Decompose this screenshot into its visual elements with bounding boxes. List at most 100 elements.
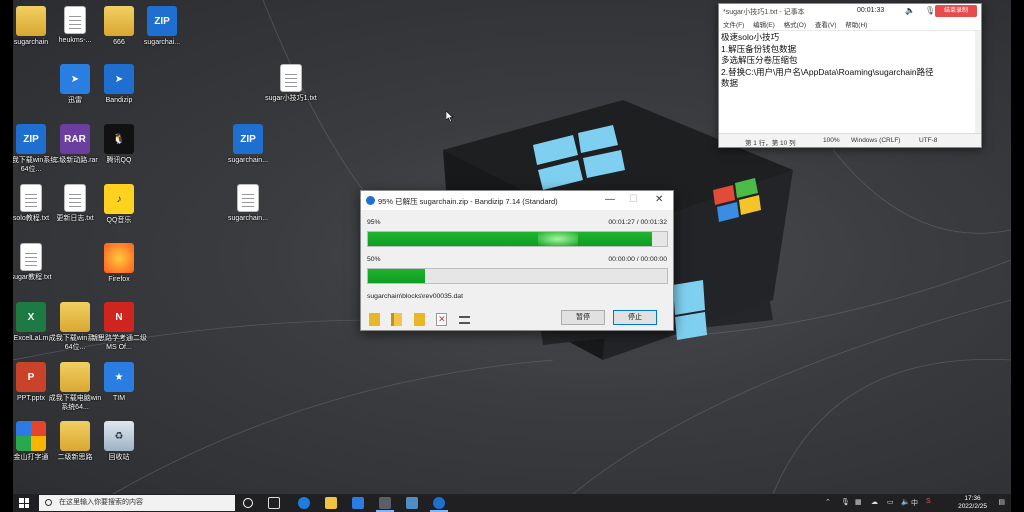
speaker-icon[interactable]: 🔈 (905, 6, 915, 15)
notification-icon[interactable]: ▤ (998, 498, 1005, 506)
desktop-icon-sugar-tips[interactable]: sugar小技巧1.txt (263, 64, 319, 103)
maximize-icon: ☐ (629, 194, 638, 205)
start-button[interactable] (19, 498, 29, 508)
microphone-icon[interactable]: 🎙 (925, 6, 935, 15)
current-file-path: sugarchain\blocks\rev00035.dat (367, 293, 463, 300)
stop-button[interactable]: 停止 (613, 310, 657, 325)
desktop-icon-firefox[interactable]: Firefox (91, 243, 147, 284)
music-icon: ♪ (104, 184, 134, 214)
line-ending: Windows (CRLF) (851, 137, 901, 144)
recycle-bin-icon: ♻ (104, 421, 134, 451)
recorder-taskbar-icon[interactable] (376, 497, 394, 512)
total-progress-fill (368, 232, 653, 246)
folder-icon (60, 362, 90, 392)
edge-icon[interactable] (298, 497, 310, 509)
text-file-icon (280, 64, 302, 92)
input-method-icon[interactable]: S (926, 498, 931, 505)
file-time: 00:00:00 / 00:00:00 (608, 256, 667, 263)
desktop-icon-recycle-bin[interactable]: ♻ 回收站 (91, 421, 147, 462)
desktop-icon-label: QQ音乐 (106, 217, 132, 224)
minimize-icon[interactable]: — (605, 194, 615, 205)
bandizip-toolbar: ✕ (369, 311, 477, 329)
bandizip-taskbar-icon[interactable] (430, 497, 448, 512)
battery-icon[interactable]: ▭ (887, 498, 894, 506)
desktop-icon-bandizip[interactable]: ➤ Bandizip (91, 64, 147, 105)
notepad-title-bar[interactable]: *sugar小技巧1.txt - 记事本 00:01:33 🔈 🎙 ▭ 结束录制 (719, 4, 981, 18)
file-explorer-icon[interactable] (325, 497, 337, 509)
menu-file[interactable]: 文件(F) (723, 22, 744, 29)
cloud-icon[interactable]: ☁ (871, 498, 878, 506)
right-letterbox (1011, 0, 1024, 512)
desktop-icon-sugar-tutorial[interactable]: sugar教程.txt (13, 243, 59, 282)
menu-icon[interactable] (458, 315, 470, 324)
text-line: 数据 (721, 78, 739, 88)
clock-time: 17:36 (964, 495, 981, 502)
file-progress-fill (368, 269, 425, 283)
qq-icon: 🐧 (104, 124, 134, 154)
excel-icon: X (16, 302, 46, 332)
notepad-window[interactable]: *sugar小技巧1.txt - 记事本 00:01:33 🔈 🎙 ▭ 结束录制… (718, 3, 982, 148)
menu-view[interactable]: 查看(V) (815, 22, 837, 29)
desktop-icon-label: Bandizip (105, 97, 133, 104)
ime-indicator[interactable]: 中 (911, 498, 918, 508)
desktop-icon-label: 回收站 (108, 454, 130, 461)
desktop-icon-label: sugarchain... (227, 157, 269, 164)
volume-icon[interactable]: 🔈 (901, 498, 910, 506)
cortana-icon[interactable] (243, 498, 253, 508)
typing-icon (16, 421, 46, 451)
desktop-icon-label: sugar小技巧1.txt (265, 95, 317, 102)
end-recording-button[interactable]: 结束录制 (935, 5, 977, 17)
bandizip-title-bar[interactable]: 95% 已解压 sugarchain.zip - Bandizip 7.14 (… (361, 191, 673, 210)
desktop-icon-sugarchain-doc[interactable]: sugarchain... (220, 184, 276, 223)
microphone-tray-icon[interactable]: 🎙 (841, 498, 850, 506)
total-time: 00:01:27 / 00:01:32 (608, 219, 667, 226)
thunder-taskbar-icon[interactable] (352, 497, 364, 509)
desktop-icon-label: Firefox (108, 276, 130, 283)
text-file-icon (20, 243, 42, 271)
bandizip-title: 95% 已解压 sugarchain.zip - Bandizip 7.14 (… (378, 197, 558, 206)
powerpoint-icon: P (16, 362, 46, 392)
text-line: 2.替换C:\用户\用户名\AppData\Roaming\sugarchain… (721, 66, 934, 77)
taskbar-clock[interactable]: 17:36 2022/2/25 (958, 495, 987, 511)
desktop-icon-sugarchain-zip-2[interactable]: ZIP sugarchain... (220, 124, 276, 165)
menu-help[interactable]: 帮助(H) (845, 22, 867, 29)
delete-archive-icon[interactable]: ✕ (436, 313, 448, 327)
task-view-icon[interactable] (268, 497, 280, 509)
copy-folder-icon[interactable] (413, 313, 425, 327)
desktop-icon-qq[interactable]: 🐧 腾讯QQ (91, 124, 147, 165)
bandizip-progress-dialog[interactable]: 95% 已解压 sugarchain.zip - Bandizip 7.14 (… (360, 190, 674, 331)
total-progress-info: 95% 00:01:27 / 00:01:32 (367, 219, 667, 226)
text-file-icon (20, 184, 42, 212)
notepad-taskbar-icon[interactable] (406, 497, 418, 509)
notepad-text-area[interactable]: 极速solo小技巧 1.解压备份钱包数据 多选解压分卷压缩包 2.替换C:\用户… (719, 30, 981, 133)
folder-icon (60, 302, 90, 332)
close-icon[interactable]: ✕ (655, 194, 663, 205)
folder-icon[interactable] (391, 313, 403, 327)
pause-button[interactable]: 暂停 (561, 310, 605, 325)
tim-icon: ★ (104, 362, 134, 392)
search-icon (45, 499, 52, 506)
zip-icon: ZIP (233, 124, 263, 154)
menu-edit[interactable]: 编辑(E) (753, 22, 775, 29)
text-line: 1.解压备份钱包数据 (721, 43, 797, 54)
open-folder-icon[interactable] (369, 313, 380, 327)
bandizip-icon: ➤ (104, 64, 134, 94)
desktop-icon-label: 新思路学考通二级MS Of... (91, 335, 147, 351)
desktop-icon-sugarchain-zip[interactable]: ZIP sugarchai... (134, 6, 190, 47)
vertical-scrollbar[interactable] (975, 31, 981, 133)
folder-icon (60, 421, 90, 451)
folder-icon (104, 6, 134, 36)
desktop-icon-qq-music[interactable]: ♪ QQ音乐 (91, 184, 147, 225)
network-icon[interactable]: ▦ (855, 498, 862, 506)
search-placeholder: 在这里输入你要搜索的内容 (59, 499, 143, 506)
desktop-icon-tim[interactable]: ★ TIM (91, 362, 147, 403)
desktop-icon-label: TIM (112, 395, 126, 402)
notepad-status-bar: 第 1 行，第 10 列 100% Windows (CRLF) UTF-8 (719, 133, 981, 147)
desktop-icon-ms-office-exam[interactable]: N 新思路学考通二级MS Of... (91, 302, 147, 352)
taskbar-search-box[interactable]: 在这里输入你要搜索的内容 (39, 495, 235, 511)
folder-icon (16, 6, 46, 36)
total-progress-bar (367, 231, 668, 247)
menu-format[interactable]: 格式(O) (784, 22, 806, 29)
chevron-up-icon[interactable]: ⌃ (825, 498, 831, 506)
progress-shine (538, 232, 578, 246)
